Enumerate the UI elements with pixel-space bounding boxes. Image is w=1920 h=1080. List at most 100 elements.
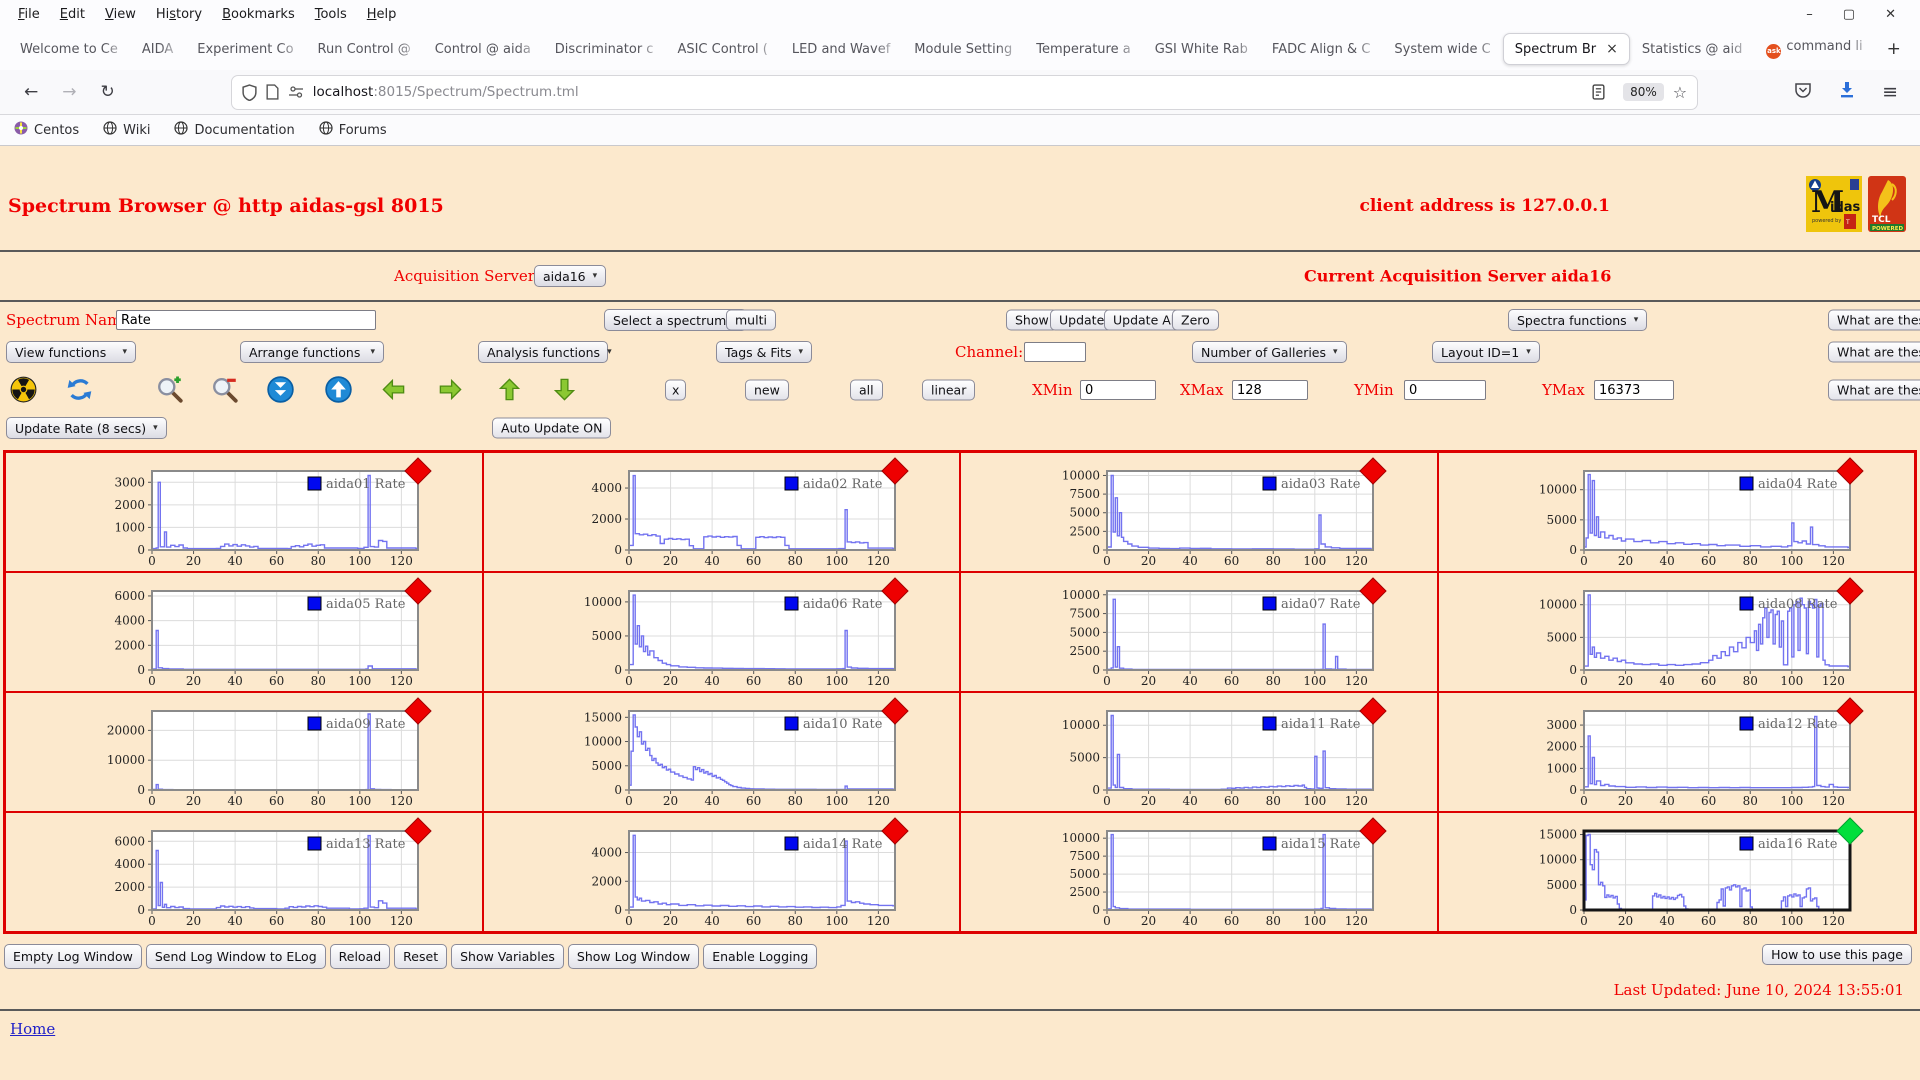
chart-aida08[interactable]: 0 20 40 60 80 100 120 0 5000 10000 aida08 Rate bbox=[1490, 577, 1864, 692]
number-of-galleries-dropdown[interactable]: Number of Galleries ▾ bbox=[1192, 341, 1347, 363]
tab-module-setting[interactable]: Module Setting bbox=[902, 32, 1025, 66]
zero-button[interactable]: Zero bbox=[1172, 309, 1219, 331]
chart-aida14[interactable]: 0 20 40 60 80 100 120 0 2000 4000 aida14 Rate bbox=[535, 817, 909, 932]
chart-cell-aida15[interactable]: 0 20 40 60 80 100 120 0 2500 5000 7500 10000 aida15 … bbox=[960, 812, 1438, 932]
linear-button[interactable]: linear bbox=[922, 379, 976, 401]
menu-file[interactable]: File bbox=[8, 4, 50, 25]
url-text[interactable]: localhost:8015/Spectrum/Spectrum.tml bbox=[313, 84, 1592, 100]
chart-aida04[interactable]: 0 20 40 60 80 100 120 0 5000 10000 aida04 Rate bbox=[1490, 457, 1864, 572]
chart-cell-aida03[interactable]: 0 20 40 60 80 100 120 0 2500 5000 7500 10000 aida03 … bbox=[960, 452, 1438, 572]
bookmark-star-icon[interactable]: ☆ bbox=[1673, 83, 1687, 102]
minimize-icon[interactable]: – bbox=[1806, 7, 1813, 22]
arrow-right-icon[interactable] bbox=[437, 376, 465, 404]
xmin-input[interactable] bbox=[1080, 380, 1156, 400]
arrange-functions-dropdown[interactable]: Arrange functions ▾ bbox=[240, 341, 384, 363]
log-button-empty-log-window[interactable]: Empty Log Window bbox=[4, 944, 142, 969]
permissions-icon[interactable] bbox=[288, 85, 304, 99]
chart-cell-aida07[interactable]: 0 20 40 60 80 100 120 0 2500 5000 7500 10000 aida07 … bbox=[960, 572, 1438, 692]
zoom-in-icon[interactable] bbox=[156, 376, 184, 404]
log-button-send-log-window-to-elog[interactable]: Send Log Window to ELog bbox=[145, 944, 326, 969]
menu-edit[interactable]: Edit bbox=[50, 4, 95, 25]
chart-cell-aida05[interactable]: 0 20 40 60 80 100 120 0 2000 4000 6000 aida05 Rate bbox=[5, 572, 483, 692]
url-bar[interactable]: localhost:8015/Spectrum/Spectrum.tml 80%… bbox=[230, 74, 1699, 110]
tab-fadc-align-c[interactable]: FADC Align & C bbox=[1260, 32, 1383, 66]
new-tab-button[interactable]: + bbox=[1875, 35, 1913, 63]
chart-aida16[interactable]: 0 20 40 60 80 100 120 0 5000 10000 15000 aida16 Rat… bbox=[1490, 817, 1864, 932]
maximize-icon[interactable]: ▢ bbox=[1843, 7, 1855, 22]
tags-fits-dropdown[interactable]: Tags & Fits ▾ bbox=[716, 341, 813, 363]
chart-cell-aida14[interactable]: 0 20 40 60 80 100 120 0 2000 4000 aida14 Rate bbox=[482, 812, 960, 932]
chart-aida09[interactable]: 0 20 40 60 80 100 120 0 10000 20000 aida09 Rate bbox=[58, 697, 432, 812]
tab-led-and-wavef[interactable]: LED and Wavef bbox=[780, 32, 903, 66]
how-to-use-button[interactable]: How to use this page bbox=[1762, 944, 1912, 965]
zoom-out-icon[interactable] bbox=[211, 376, 239, 404]
chart-cell-aida06[interactable]: 0 20 40 60 80 100 120 0 5000 10000 aida06 Rate bbox=[482, 572, 960, 692]
acquisition-server-select[interactable]: aida16 ▾ bbox=[534, 265, 607, 287]
chart-aida06[interactable]: 0 20 40 60 80 100 120 0 5000 10000 aida06 Rate bbox=[535, 577, 909, 692]
tab-command-li[interactable]: ask command li bbox=[1754, 30, 1875, 68]
tab-aida[interactable]: AIDA bbox=[130, 32, 186, 66]
hamburger-menu-icon[interactable]: ≡ bbox=[1882, 81, 1898, 103]
chart-aida01[interactable]: 0 20 40 60 80 100 120 0 1000 2000 3000 aida01 Rate bbox=[58, 457, 432, 572]
log-button-enable-logging[interactable]: Enable Logging bbox=[703, 944, 818, 969]
auto-update-button[interactable]: Auto Update ON bbox=[492, 417, 612, 439]
what-are-these-button[interactable]: What are these? bbox=[1828, 379, 1920, 401]
home-link[interactable]: Home bbox=[10, 1020, 55, 1038]
bookmark-forums[interactable]: Forums bbox=[319, 121, 387, 139]
reload-icon[interactable]: ↻ bbox=[89, 82, 127, 102]
xmax-input[interactable] bbox=[1232, 380, 1308, 400]
menu-bookmarks[interactable]: Bookmarks bbox=[212, 4, 305, 25]
spectra-functions-dropdown[interactable]: Spectra functions ▾ bbox=[1508, 309, 1648, 331]
chart-cell-aida11[interactable]: 0 20 40 60 80 100 120 0 5000 10000 aida11 Rate bbox=[960, 692, 1438, 812]
what-are-these-button[interactable]: What are these? bbox=[1828, 341, 1920, 363]
tab-asic-control-[interactable]: ASIC Control ( bbox=[665, 32, 780, 66]
close-icon[interactable]: ✕ bbox=[1885, 7, 1896, 22]
what-are-these-button[interactable]: What are these? bbox=[1828, 309, 1920, 331]
spectrum-name-input[interactable] bbox=[116, 310, 376, 330]
chart-cell-aida08[interactable]: 0 20 40 60 80 100 120 0 5000 10000 aida08 Rate bbox=[1437, 572, 1915, 692]
all-button[interactable]: all bbox=[850, 379, 883, 401]
menu-history[interactable]: History bbox=[146, 4, 212, 25]
scale-up-icon[interactable] bbox=[325, 376, 353, 404]
chart-aida13[interactable]: 0 20 40 60 80 100 120 0 2000 4000 6000 aida13 Rate bbox=[58, 817, 432, 932]
chart-cell-aida12[interactable]: 0 20 40 60 80 100 120 0 1000 2000 3000 aida12 Rate bbox=[1437, 692, 1915, 812]
chart-cell-aida16[interactable]: 0 20 40 60 80 100 120 0 5000 10000 15000 aida16 Rat… bbox=[1437, 812, 1915, 932]
tab-close-icon[interactable]: × bbox=[1606, 41, 1618, 57]
bookmark-centos[interactable]: Centos bbox=[14, 121, 79, 139]
tab-experiment-co[interactable]: Experiment Co bbox=[185, 32, 306, 66]
log-button-show-variables[interactable]: Show Variables bbox=[451, 944, 564, 969]
downloads-icon[interactable] bbox=[1838, 81, 1856, 103]
pocket-icon[interactable] bbox=[1794, 81, 1812, 103]
chart-cell-aida13[interactable]: 0 20 40 60 80 100 120 0 2000 4000 6000 aida13 Rate bbox=[5, 812, 483, 932]
bookmark-wiki[interactable]: Wiki bbox=[103, 121, 150, 139]
shield-icon[interactable] bbox=[242, 83, 257, 101]
chart-cell-aida09[interactable]: 0 20 40 60 80 100 120 0 10000 20000 aida09 Rate bbox=[5, 692, 483, 812]
tab-control-aida[interactable]: Control @ aida bbox=[423, 32, 543, 66]
chart-aida07[interactable]: 0 20 40 60 80 100 120 0 2500 5000 7500 10000 aida07 … bbox=[1013, 577, 1387, 692]
back-icon[interactable]: ← bbox=[12, 82, 50, 102]
chart-aida11[interactable]: 0 20 40 60 80 100 120 0 5000 10000 aida11 Rate bbox=[1013, 697, 1387, 812]
chart-aida02[interactable]: 0 20 40 60 80 100 120 0 2000 4000 aida02 Rate bbox=[535, 457, 909, 572]
tab-active-spectrum-br[interactable]: Spectrum Br × bbox=[1502, 33, 1630, 65]
zoom-level-badge[interactable]: 80% bbox=[1623, 83, 1664, 101]
chart-cell-aida10[interactable]: 0 20 40 60 80 100 120 0 5000 10000 15000 aida10 Rat… bbox=[482, 692, 960, 812]
log-button-show-log-window[interactable]: Show Log Window bbox=[567, 944, 700, 969]
bookmark-documentation[interactable]: Documentation bbox=[174, 121, 295, 139]
arrow-up-icon[interactable] bbox=[496, 376, 524, 404]
reader-mode-icon[interactable] bbox=[1592, 84, 1605, 100]
ymax-input[interactable] bbox=[1594, 380, 1674, 400]
log-button-reload[interactable]: Reload bbox=[329, 944, 391, 969]
tab-welcome-to-ce[interactable]: Welcome to Ce bbox=[8, 32, 130, 66]
chart-aida10[interactable]: 0 20 40 60 80 100 120 0 5000 10000 15000 aida10 Rat… bbox=[535, 697, 909, 812]
forward-icon[interactable]: → bbox=[50, 82, 88, 102]
tab-temperature-a[interactable]: Temperature a bbox=[1024, 32, 1143, 66]
chart-aida12[interactable]: 0 20 40 60 80 100 120 0 1000 2000 3000 aida12 Rate bbox=[1490, 697, 1864, 812]
channel-input[interactable] bbox=[1024, 342, 1086, 362]
chart-aida03[interactable]: 0 20 40 60 80 100 120 0 2500 5000 7500 10000 aida03 … bbox=[1013, 457, 1387, 572]
page-info-icon[interactable] bbox=[266, 84, 279, 100]
ymin-input[interactable] bbox=[1404, 380, 1486, 400]
chart-aida15[interactable]: 0 20 40 60 80 100 120 0 2500 5000 7500 10000 aida15 … bbox=[1013, 817, 1387, 932]
tab-gsi-white-rab[interactable]: GSI White Rab bbox=[1143, 32, 1260, 66]
chart-aida05[interactable]: 0 20 40 60 80 100 120 0 2000 4000 6000 aida05 Rate bbox=[58, 577, 432, 692]
chart-cell-aida04[interactable]: 0 20 40 60 80 100 120 0 5000 10000 aida04 Rate bbox=[1437, 452, 1915, 572]
